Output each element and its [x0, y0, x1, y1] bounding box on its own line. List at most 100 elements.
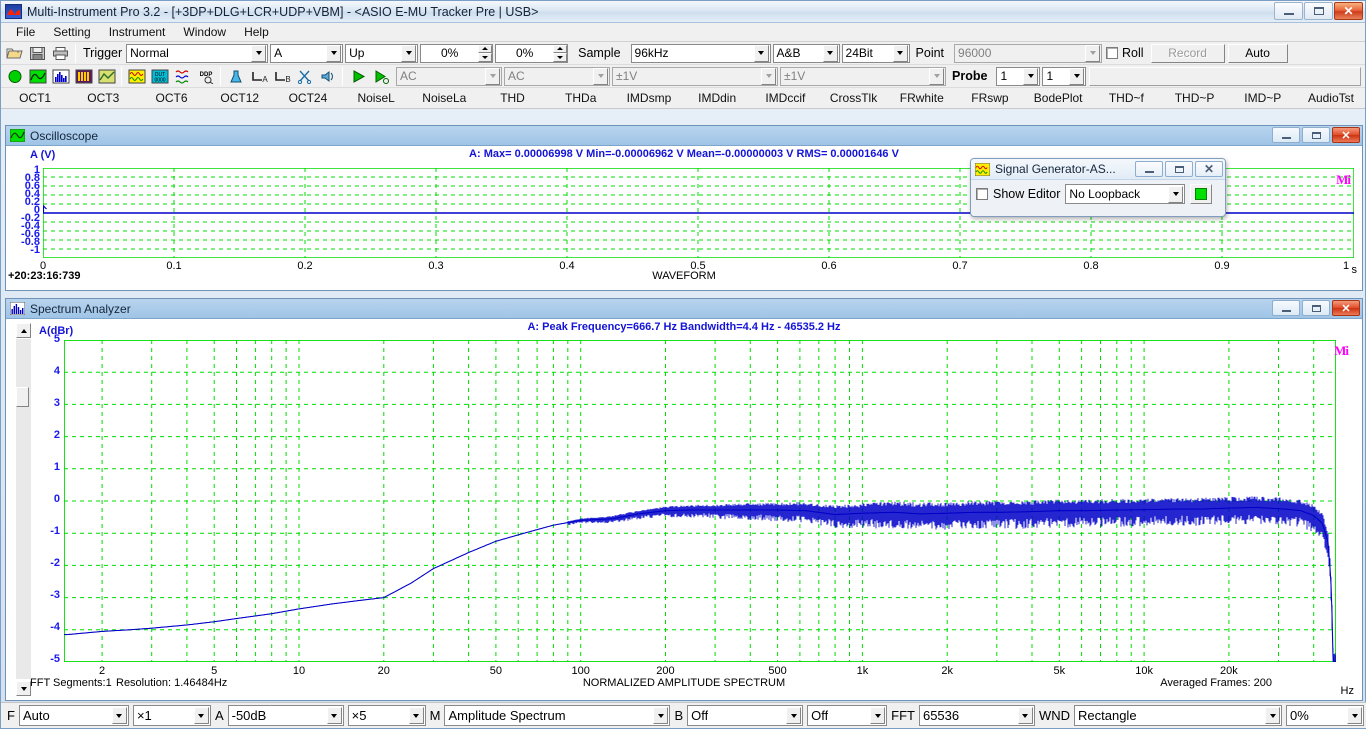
close-button[interactable]: ✕	[1332, 127, 1360, 143]
scroll-up-button[interactable]	[16, 323, 31, 338]
show-editor-checkbox[interactable]	[976, 188, 988, 200]
sample-rate-combo[interactable]: 96kHz	[630, 43, 771, 63]
device-test-icon[interactable]: DUT 0000	[149, 66, 170, 86]
run-icon[interactable]	[347, 66, 368, 86]
chevron-down-icon[interactable]	[1265, 707, 1281, 724]
record-dot-icon[interactable]	[4, 66, 25, 86]
vertical-scrollbar-thumb[interactable]	[16, 387, 29, 407]
chevron-down-icon[interactable]	[1023, 67, 1039, 85]
menu-window[interactable]: Window	[174, 24, 235, 40]
checkbox-box[interactable]	[1106, 47, 1119, 59]
tab-imd-p[interactable]: IMD~P	[1229, 91, 1297, 105]
menu-file[interactable]: File	[7, 24, 44, 40]
tab-crosstlk[interactable]: CrossTlk	[819, 91, 887, 105]
tab-oct24[interactable]: OCT24	[274, 91, 342, 105]
range-b-combo[interactable]: ±1V	[780, 66, 946, 86]
chevron-down-icon[interactable]	[1085, 44, 1101, 62]
chevron-down-icon[interactable]	[1168, 185, 1184, 203]
maximize-button[interactable]	[1165, 161, 1193, 177]
chevron-down-icon[interactable]	[1347, 707, 1363, 724]
chevron-down-icon[interactable]	[1017, 707, 1033, 724]
roll-checkbox[interactable]: Roll	[1102, 46, 1148, 60]
chevron-down-icon[interactable]	[1069, 67, 1085, 85]
chevron-down-icon[interactable]	[761, 67, 776, 85]
range-a-combo[interactable]: ±1V	[612, 66, 778, 86]
auto-button[interactable]: Auto	[1227, 43, 1288, 63]
tab-oct12[interactable]: OCT12	[206, 91, 274, 105]
chevron-down-icon[interactable]	[401, 44, 417, 62]
minimize-button[interactable]	[1272, 300, 1300, 316]
spinner-arrows[interactable]	[478, 44, 493, 62]
generator-start-button[interactable]	[1190, 184, 1213, 204]
chevron-down-icon[interactable]	[892, 44, 908, 62]
frequency-scale-combo[interactable]: Auto	[18, 705, 129, 726]
tab-thd[interactable]: THD	[478, 91, 546, 105]
probe-a-combo[interactable]: 1	[996, 66, 1041, 86]
trigger-mode-combo[interactable]: Normal	[126, 43, 269, 63]
menu-help[interactable]: Help	[235, 24, 278, 40]
loopback-combo[interactable]: No Loopback	[1065, 184, 1186, 204]
amplitude-zoom-combo[interactable]: ×5	[347, 705, 426, 726]
close-button[interactable]: ✕	[1332, 300, 1360, 316]
tab-thda[interactable]: THDa	[547, 91, 615, 105]
trigger-delay-spinner[interactable]: 0%	[495, 43, 569, 63]
trigger-level-spinner[interactable]: 0%	[420, 43, 494, 63]
window-function-combo[interactable]: Rectangle	[1074, 705, 1283, 726]
chevron-down-icon[interactable]	[326, 707, 342, 724]
probe-b-combo[interactable]: 1	[1042, 66, 1087, 86]
save-button[interactable]	[27, 43, 48, 63]
oscilloscope-icon[interactable]	[27, 66, 48, 86]
maximize-button[interactable]	[1302, 127, 1330, 143]
maximize-button[interactable]	[1302, 300, 1330, 316]
channel-b-aux-combo[interactable]: Off	[807, 705, 888, 726]
chevron-down-icon[interactable]	[653, 707, 669, 724]
tab-audiotst[interactable]: AudioTst	[1297, 91, 1365, 105]
zero-b-icon[interactable]: B	[271, 66, 292, 86]
trigger-channel-combo[interactable]: A	[270, 43, 344, 63]
chevron-down-icon[interactable]	[822, 44, 838, 62]
tab-frswp[interactable]: FRswp	[956, 91, 1024, 105]
multimeter-icon[interactable]	[172, 66, 193, 86]
chevron-down-icon[interactable]	[593, 67, 608, 85]
open-button[interactable]	[4, 43, 25, 63]
tab-oct1[interactable]: OCT1	[1, 91, 69, 105]
chevron-down-icon[interactable]	[111, 707, 127, 724]
tab-imdsmp[interactable]: IMDsmp	[615, 91, 683, 105]
coupling-b-combo[interactable]: AC	[504, 66, 610, 86]
cut-icon[interactable]	[294, 66, 315, 86]
amplitude-ref-combo[interactable]: -50dB	[227, 705, 344, 726]
menu-instrument[interactable]: Instrument	[100, 24, 175, 40]
menu-setting[interactable]: Setting	[44, 24, 99, 40]
tab-oct3[interactable]: OCT3	[69, 91, 137, 105]
bit-depth-combo[interactable]: 24Bit	[841, 43, 910, 63]
chevron-down-icon[interactable]	[326, 44, 342, 62]
coupling-a-combo[interactable]: AC	[396, 66, 502, 86]
tab-bodeplot[interactable]: BodePlot	[1024, 91, 1092, 105]
zero-a-icon[interactable]: A	[248, 66, 269, 86]
tab-noisela[interactable]: NoiseLa	[410, 91, 478, 105]
tab-imddin[interactable]: IMDdin	[683, 91, 751, 105]
chevron-down-icon[interactable]	[485, 67, 500, 85]
calibration-icon[interactable]	[225, 66, 246, 86]
spectrum-3d-icon[interactable]	[73, 66, 94, 86]
vertical-scrollbar-track[interactable]	[16, 339, 31, 679]
tab-oct6[interactable]: OCT6	[137, 91, 205, 105]
chevron-down-icon[interactable]	[193, 707, 209, 724]
print-button[interactable]	[50, 43, 71, 63]
tab-imdccif[interactable]: IMDccif	[751, 91, 819, 105]
trigger-slope-combo[interactable]: Up	[345, 43, 419, 63]
tab-noisel[interactable]: NoiseL	[342, 91, 410, 105]
data-logger-icon[interactable]: DDP	[195, 66, 216, 86]
chevron-down-icon[interactable]	[786, 707, 802, 724]
channel-b-combo[interactable]: Off	[687, 705, 804, 726]
maximize-button[interactable]	[1304, 2, 1333, 20]
speaker-icon[interactable]	[317, 66, 338, 86]
signal-generator-icon[interactable]	[126, 66, 147, 86]
tab-frwhite[interactable]: FRwhite	[888, 91, 956, 105]
chevron-down-icon[interactable]	[870, 707, 886, 724]
spectrum-analyzer-icon[interactable]	[50, 66, 71, 86]
minimize-button[interactable]	[1135, 161, 1163, 177]
record-length-combo[interactable]: 96000	[954, 43, 1103, 63]
waterfall-icon[interactable]	[96, 66, 117, 86]
chevron-down-icon[interactable]	[251, 44, 267, 62]
